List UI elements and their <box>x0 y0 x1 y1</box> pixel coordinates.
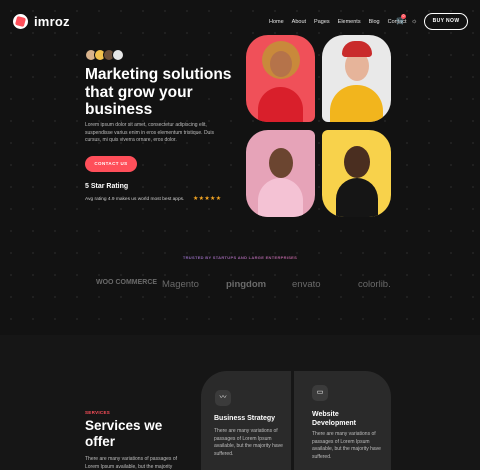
brand-logo-envato: envato <box>292 279 321 290</box>
buy-now-button[interactable]: BUY NOW <box>424 13 468 30</box>
rating-text: Avg rating 4.9 makes us world most best … <box>85 197 185 202</box>
brand-logo-pingdom: pingdom <box>226 279 267 290</box>
avatar-group <box>85 49 124 61</box>
services-description: There are many variations of passages of… <box>85 456 177 470</box>
nav-item-pages[interactable]: Pages <box>314 19 330 25</box>
nav-item-home[interactable]: Home <box>269 19 284 25</box>
hero-photo-woman-black <box>322 130 391 217</box>
theme-toggle-icon[interactable]: ☼ <box>411 18 417 25</box>
services-card-divider <box>291 371 294 470</box>
trusted-by-label: TRUSTED BY STARTUPS AND LARGE ENTERPRISE… <box>0 255 480 260</box>
logo[interactable]: imroz <box>13 14 70 29</box>
nav-item-elements[interactable]: Elements <box>338 19 361 25</box>
logo-icon <box>13 14 28 29</box>
brand-logo-colorlib: colorlib. <box>358 279 391 290</box>
service-card-description: There are many variations of passages of… <box>312 431 381 460</box>
service-card-title[interactable]: Website Development <box>312 410 372 428</box>
hero-photo-man-pink <box>246 130 315 217</box>
hero-title: Marketing solutions that grow your busin… <box>85 66 232 118</box>
main-nav: Home About Pages Elements Blog Contact <box>269 19 407 25</box>
service-card-title[interactable]: Business Strategy <box>214 414 275 423</box>
hero-description: Lorem ipsum dolor sit amet, consectetur … <box>85 122 214 143</box>
rating-title: 5 Star Rating <box>85 183 129 190</box>
nav-item-about[interactable]: About <box>292 19 306 25</box>
avatar <box>112 49 124 61</box>
service-card-description: There are many variations of passages of… <box>214 428 283 457</box>
logo-text: imroz <box>34 14 70 29</box>
services-label: SERVICES <box>85 410 111 415</box>
nav-item-blog[interactable]: Blog <box>369 19 380 25</box>
services-title: Services we offer <box>85 418 163 449</box>
cart-count-badge: 0 <box>401 14 406 19</box>
monitor-icon: ▭ <box>312 385 328 401</box>
pulse-icon: 〰 <box>215 390 231 406</box>
star-rating-icon: ★★★★★ <box>193 196 222 202</box>
hero-photo-man-yellow <box>322 35 391 122</box>
brand-logo-woocommerce: WOO COMMERCE <box>96 279 158 286</box>
contact-us-button[interactable]: CONTACT US <box>85 156 137 172</box>
hero-photo-woman-red <box>246 35 315 122</box>
brand-logo-magento: Magento <box>162 279 199 290</box>
